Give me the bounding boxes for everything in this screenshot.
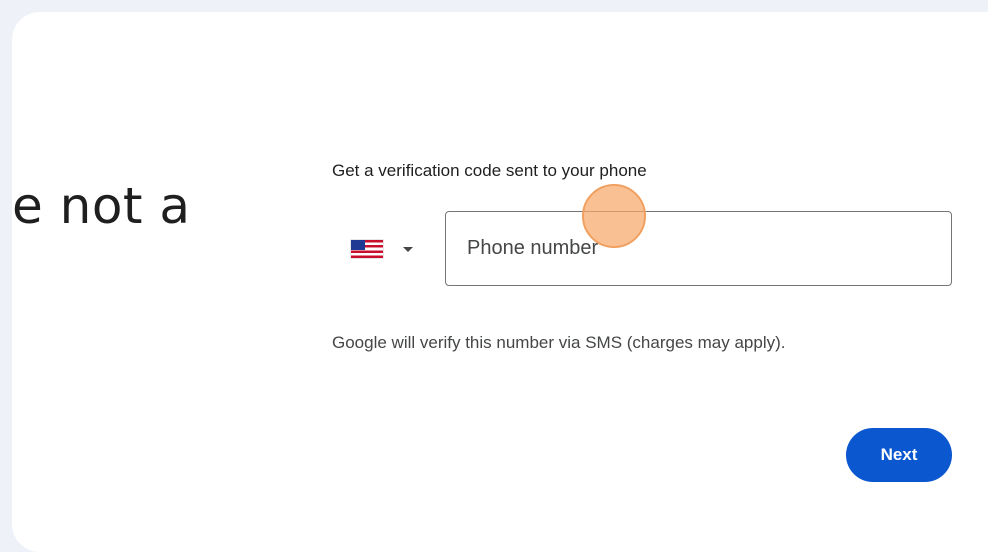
signin-card: e not a Get a verification code sent to …	[12, 12, 988, 552]
sms-charges-note: Google will verify this number via SMS (…	[332, 333, 786, 352]
page-heading: e not a	[12, 177, 191, 235]
us-flag-icon	[351, 240, 383, 258]
caret-down-icon	[403, 246, 413, 252]
next-button[interactable]: Next	[846, 428, 952, 482]
verification-instruction: Get a verification code sent to your pho…	[332, 161, 647, 180]
country-code-select[interactable]	[337, 225, 432, 273]
phone-number-input[interactable]	[445, 211, 952, 286]
